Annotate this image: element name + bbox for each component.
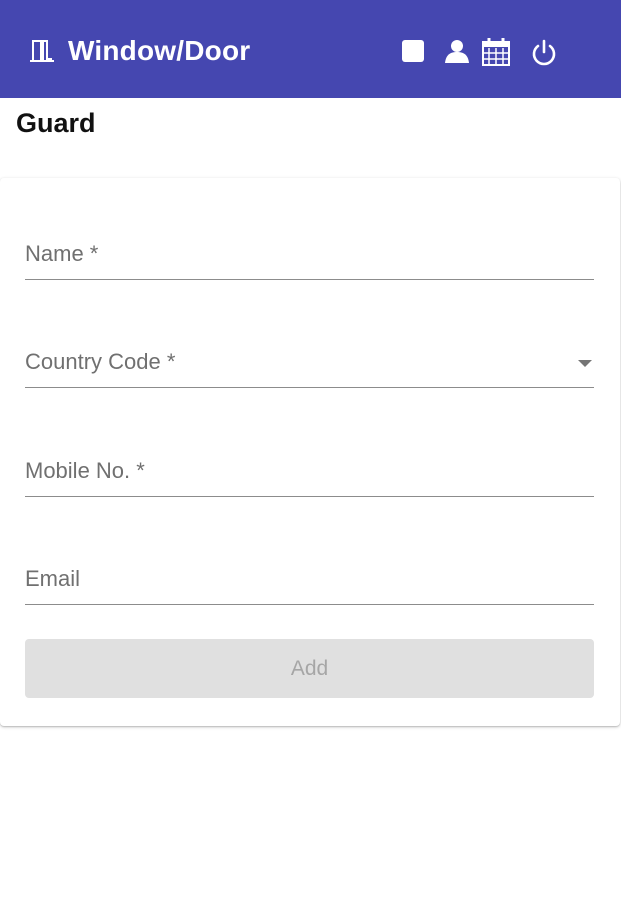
app-title: Window/Door [68, 35, 251, 66]
power-icon[interactable] [530, 37, 558, 66]
name-input[interactable] [25, 220, 598, 281]
country-code-label: Country Code * [25, 349, 176, 374]
square-icon[interactable] [400, 37, 426, 65]
email-input[interactable] [25, 545, 598, 606]
email-field[interactable]: Email [25, 545, 598, 606]
country-code-select[interactable]: Country Code * [25, 328, 594, 388]
header-actions [400, 36, 558, 66]
page-title: Guard [16, 108, 96, 138]
add-button[interactable]: Add [25, 639, 594, 698]
user-icon[interactable] [444, 37, 470, 65]
brand[interactable]: Window/Door [30, 32, 250, 70]
mobile-field[interactable]: Mobile No. * [25, 437, 598, 498]
chevron-down-icon[interactable] [578, 360, 592, 367]
calendar-icon[interactable] [480, 37, 512, 66]
mobile-input[interactable] [25, 437, 598, 498]
app-header: Window/Door [0, 0, 621, 98]
guard-form-card: Name * Country Code * Mobile No. * Email… [0, 178, 620, 726]
door-icon [30, 40, 54, 62]
name-field[interactable]: Name * [25, 220, 598, 281]
